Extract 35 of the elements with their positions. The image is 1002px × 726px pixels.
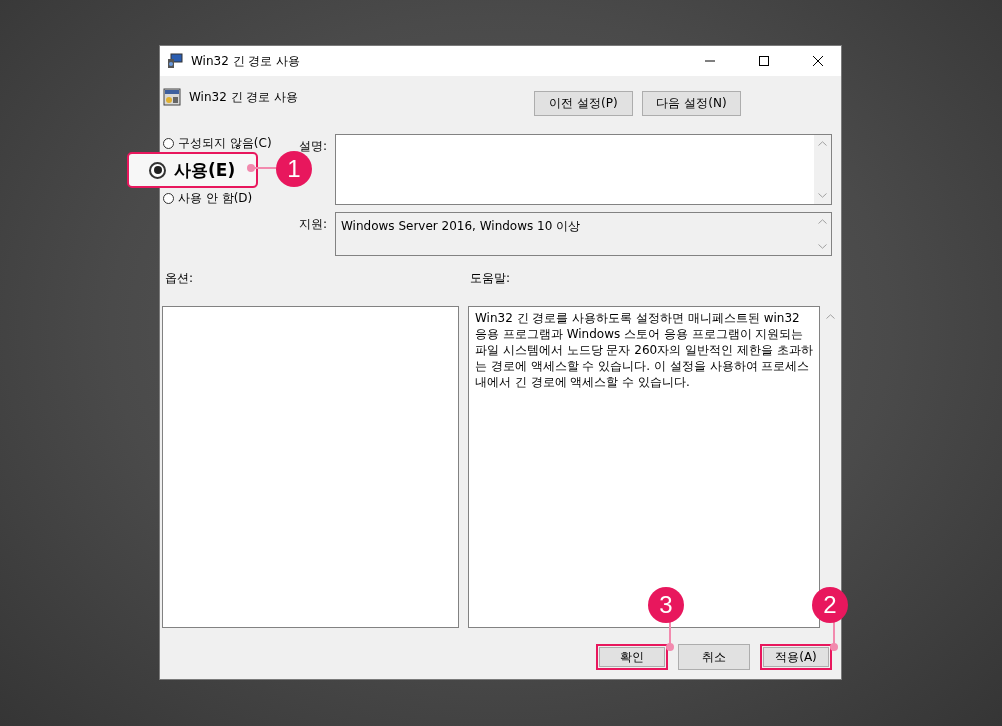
radio-icon[interactable] (163, 192, 174, 204)
radio-label[interactable]: 사용(E) (174, 158, 236, 182)
section-label: 옵션: (165, 271, 194, 285)
callout-badge: 1 (276, 151, 312, 187)
dialog-button[interactable]: 취소 (678, 644, 750, 670)
callout-badge: 2 (812, 587, 848, 623)
window-title: Win32 긴 경로 사용 (191, 52, 302, 70)
scroll-down-icon[interactable] (818, 193, 827, 198)
radio-option[interactable]: 사용 안 함(D) (163, 191, 299, 205)
radio-label[interactable]: 사용 안 함(D) (178, 189, 253, 207)
dialog-button[interactable]: 확인 (599, 647, 665, 667)
radio-icon[interactable] (149, 161, 166, 179)
scroll-up-icon[interactable] (818, 219, 827, 224)
field-label: 지원: (299, 216, 329, 233)
nav-button[interactable]: 이전 설정(P) (534, 91, 633, 116)
close-icon[interactable] (813, 56, 823, 66)
scroll-up-icon[interactable] (825, 314, 835, 319)
radio-label[interactable]: 구성되지 않음(C) (178, 134, 272, 152)
help-text: Win32 긴 경로를 사용하도록 설정하면 매니페스트된 win32 응용 프로그램과 Windows 스토어 응용 프로그램이 지원되는 파일 시스템에서 노드당 문자 260자의 일반적인 제한을 초과하는 경로에 액세스할 수 있습니다. 이 설정을 사용하여 프로세스 내에서 긴 경로에 액세스할 수 있습니다. (475, 311, 813, 389)
dialog-button[interactable]: 적용(A) (763, 647, 829, 667)
maximize-icon[interactable] (759, 56, 769, 66)
scroll-down-icon[interactable] (818, 244, 827, 249)
policy-title: Win32 긴 경로 사용 (189, 88, 299, 106)
leader-line (665, 622, 675, 652)
leader-line (829, 622, 839, 652)
comment-field[interactable] (335, 134, 832, 205)
radio-option[interactable]: 구성되지 않음(C) (163, 136, 299, 150)
radio-option[interactable]: 사용(E) (127, 152, 258, 188)
nav-button[interactable]: 다음 설정(N) (642, 91, 741, 116)
policy-icon (163, 88, 181, 106)
radio-icon[interactable] (163, 137, 174, 149)
supported-text: Windows Server 2016, Windows 10 이상 (341, 219, 581, 233)
computer-icon (167, 53, 183, 69)
scroll-up-icon[interactable] (818, 141, 827, 146)
section-label: 도움말: (470, 270, 511, 287)
